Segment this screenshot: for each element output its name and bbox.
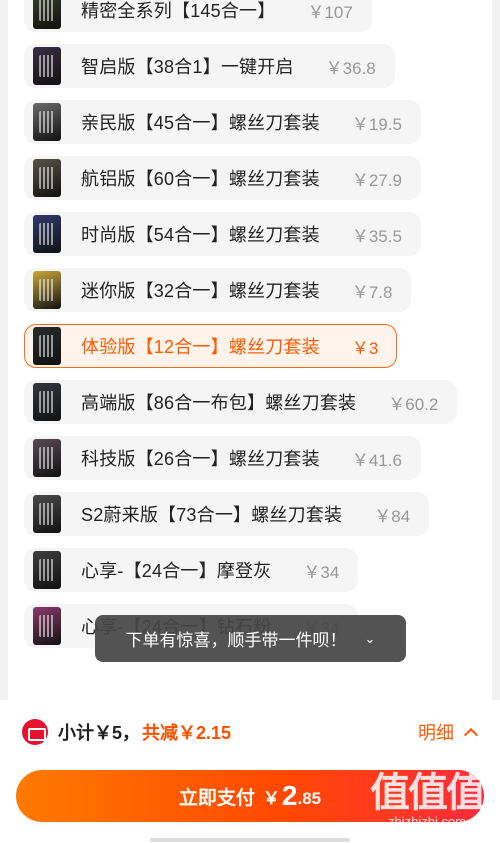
sku-option[interactable]: 迷你版【32合一】螺丝刀套装 ￥7.8 [24, 268, 412, 312]
detail-toggle-button[interactable]: 明细 [418, 719, 482, 745]
pay-amount-decimal: .85 [297, 789, 322, 808]
product-thumbnail [33, 159, 61, 197]
sku-option[interactable]: S2蔚来版【73合一】螺丝刀套装 ￥84 [24, 492, 430, 536]
sku-selection-panel: 精密全系列【145合一】 ￥107 智启版【38合1】一键开启 ￥36.8 亲民版【45… [8, 0, 492, 700]
checkout-bar: 小计￥5 ， 共减￥2.15 明细 立即支付 ￥ 2 .85 值值值 zhizh… [0, 700, 500, 843]
sku-price: ￥107 [307, 2, 353, 22]
product-thumbnail [33, 0, 61, 29]
sku-option[interactable]: 精密全系列【145合一】 ￥107 [24, 0, 372, 32]
sku-name: 迷你版【32合一】螺丝刀套装 [81, 281, 320, 301]
sku-name: 航铝版【60合一】螺丝刀套装 [81, 169, 320, 189]
chevron-up-icon [463, 727, 479, 743]
toast-text: 下单有惊喜，顺手带一件呗！ [125, 631, 347, 650]
discount-text: 共减￥2.15 [142, 723, 232, 743]
detail-label: 明细 [418, 723, 454, 743]
sku-name: 精密全系列【145合一】 [81, 1, 276, 21]
product-thumbnail [33, 103, 61, 141]
pay-amount-integer: 2 [281, 780, 298, 811]
sku-price: ￥41.6 [351, 450, 402, 470]
product-thumbnail [33, 271, 61, 309]
home-indicator [150, 838, 350, 842]
summary-separator: ， [122, 723, 141, 743]
sku-price: ￥3 [351, 338, 379, 358]
product-thumbnail [33, 383, 61, 421]
sku-option[interactable]: 科技版【26合一】螺丝刀套装 ￥41.6 [24, 436, 421, 480]
sku-name: 亲民版【45合一】螺丝刀套装 [81, 113, 320, 133]
sku-list: 精密全系列【145合一】 ￥107 智启版【38合1】一键开启 ￥36.8 亲民版【45… [24, 0, 484, 660]
sku-option[interactable]: 智启版【38合1】一键开启 ￥36.8 [24, 44, 395, 88]
sku-price: ￥7.8 [351, 282, 393, 302]
sku-option[interactable]: 时尚版【54合一】螺丝刀套装 ￥35.5 [24, 212, 421, 256]
sku-price: ￥27.9 [351, 170, 402, 190]
promo-toast[interactable]: 下单有惊喜，顺手带一件呗！ ⌄ [95, 615, 406, 662]
pay-button-label: 立即支付 [178, 787, 255, 809]
sku-option[interactable]: 航铝版【60合一】螺丝刀套装 ￥27.9 [24, 156, 421, 200]
product-thumbnail [33, 439, 61, 477]
sku-name: 智启版【38合1】一键开启 [81, 57, 294, 77]
product-thumbnail [33, 495, 61, 533]
sku-option[interactable]: 亲民版【45合一】螺丝刀套装 ￥19.5 [24, 100, 421, 144]
sku-option[interactable]: 高端版【86合一布包】螺丝刀套装 ￥60.2 [24, 380, 458, 424]
product-thumbnail [33, 215, 61, 253]
sku-option[interactable]: 心享-【24合一】摩登灰 ￥34 [24, 548, 359, 592]
pay-currency: ￥ [262, 788, 280, 808]
sku-price: ￥84 [374, 506, 411, 526]
sku-name: 体验版【12合一】螺丝刀套装 [81, 337, 320, 357]
product-thumbnail [33, 47, 61, 85]
subtotal-text: 小计￥5 [58, 723, 123, 743]
sku-name: 心享-【24合一】摩登灰 [81, 561, 272, 581]
sku-option[interactable]: 体验版【12合一】螺丝刀套装 ￥3 [24, 324, 398, 368]
coupon-ticket-icon [22, 719, 48, 745]
sku-price: ￥60.2 [388, 394, 439, 414]
sku-name: 科技版【26合一】螺丝刀套装 [81, 449, 320, 469]
sku-name: 时尚版【54合一】螺丝刀套装 [81, 225, 320, 245]
sku-name: 高端版【86合一布包】螺丝刀套装 [81, 393, 357, 413]
sku-price: ￥34 [303, 562, 340, 582]
chevron-down-icon[interactable]: ⌄ [365, 631, 376, 647]
product-thumbnail [33, 551, 61, 589]
sku-price: ￥36.8 [325, 58, 376, 78]
price-summary: 小计￥5 ， 共减￥2.15 明细 [22, 716, 482, 748]
sku-name: S2蔚来版【73合一】螺丝刀套装 [81, 505, 343, 525]
product-thumbnail [33, 607, 61, 645]
sku-price: ￥35.5 [351, 226, 402, 246]
watermark-logo: 值值值 [370, 771, 486, 815]
sku-price: ￥19.5 [351, 114, 402, 134]
product-thumbnail [33, 327, 61, 365]
watermark: 值值值 zhizhizhi.com [370, 760, 486, 829]
